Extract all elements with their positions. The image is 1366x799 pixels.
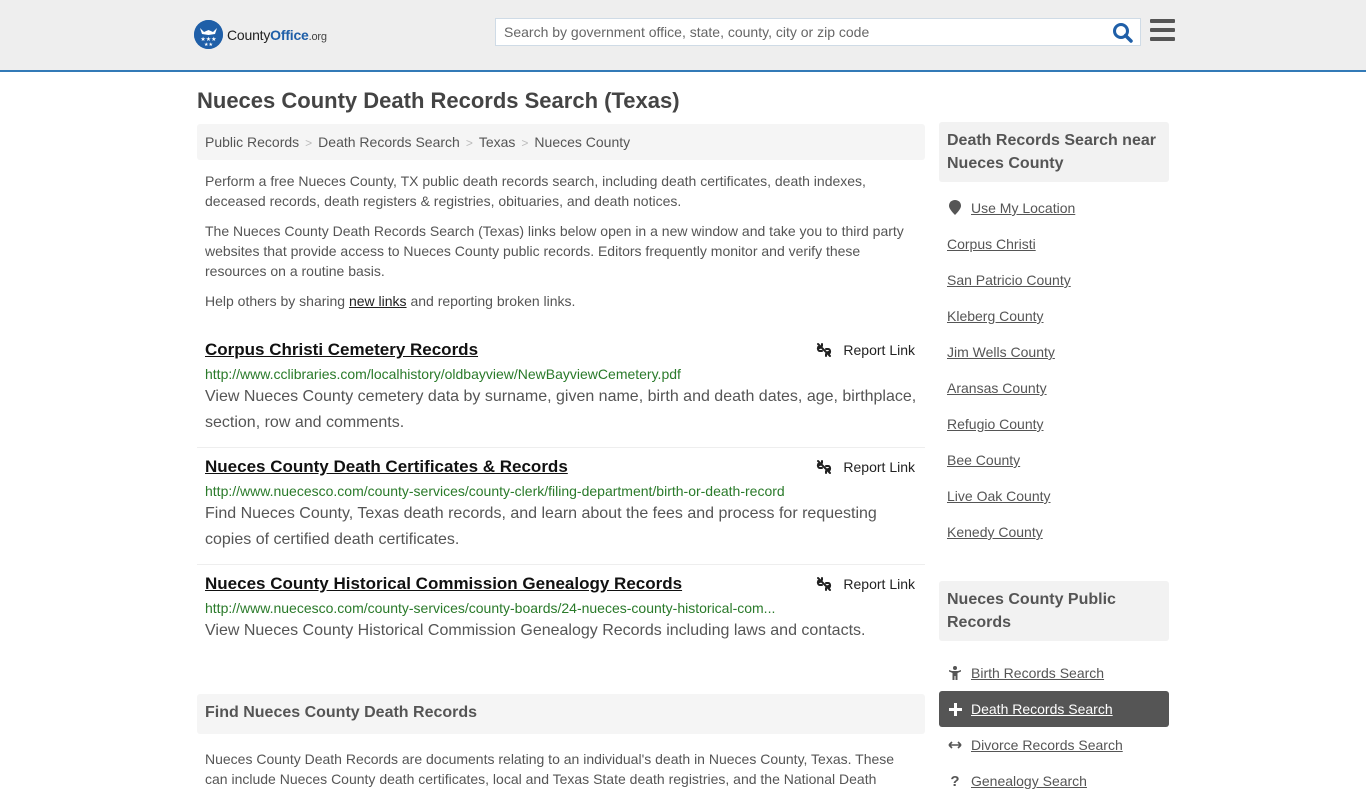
report-link-button[interactable]: Report Link [816, 576, 915, 592]
menu-bar [1150, 28, 1175, 32]
question-icon: ? [950, 772, 960, 790]
find-records-heading: Find Nueces County Death Records [197, 694, 925, 734]
hamburger-menu-button[interactable] [1150, 19, 1175, 43]
breadcrumb-public-records[interactable]: Public Records [205, 134, 299, 150]
result-title-link[interactable]: Nueces County Death Certificates & Recor… [205, 456, 568, 478]
nearby-item: Bee County [939, 450, 1169, 486]
use-my-location-link[interactable]: Use My Location [971, 200, 1075, 216]
report-link-label: Report Link [843, 576, 915, 592]
intro: Perform a free Nueces County, TX public … [197, 171, 925, 311]
result-item: Nueces County Death Certificates & Recor… [197, 448, 925, 565]
public-records-list: Birth Records Search Death Records Searc… [939, 655, 1169, 799]
breadcrumb-texas[interactable]: Texas [479, 134, 516, 150]
divorce-records-search-link[interactable]: Divorce Records Search [971, 737, 1123, 753]
nearby-link-kleberg-county[interactable]: Kleberg County [947, 308, 1044, 324]
result-description: View Nueces County Historical Commission… [205, 622, 866, 639]
result-url: http://www.cclibraries.com/localhistory/… [205, 366, 681, 382]
search-button[interactable] [1112, 22, 1134, 44]
result-title-link[interactable]: Corpus Christi Cemetery Records [205, 339, 478, 361]
sidebar: Death Records Search near Nueces County … [939, 122, 1169, 799]
public-records-item: ? Genealogy Search [939, 763, 1169, 799]
report-link-button[interactable]: Report Link [816, 459, 915, 475]
nearby-link-san-patricio-county[interactable]: San Patricio County [947, 272, 1071, 288]
share-links-paragraph: Help others by sharing new links and rep… [205, 293, 576, 309]
intro-paragraph: The Nueces County Death Records Search (… [205, 223, 904, 279]
menu-bar [1150, 37, 1175, 41]
page-title: Nueces County Death Records Search (Texa… [197, 88, 680, 113]
new-links-link[interactable]: new links [349, 293, 407, 309]
public-records-section: Nueces County Public Records Birth Recor… [939, 581, 1169, 799]
arrows-horizontal-icon [947, 740, 963, 750]
breadcrumb-separator: > [465, 136, 473, 150]
report-link-label: Report Link [843, 459, 915, 475]
broken-link-icon [817, 343, 832, 357]
report-link-button[interactable]: Report Link [816, 342, 915, 358]
map-marker-icon [947, 200, 963, 215]
nearby-list: Use My Location Corpus Christi San Patri… [939, 198, 1169, 558]
public-records-item: Birth Records Search [939, 655, 1169, 691]
nearby-item: San Patricio County [939, 270, 1169, 306]
result-url: http://www.nuecesco.com/county-services/… [205, 600, 776, 616]
result-title-link[interactable]: Nueces County Historical Commission Gene… [205, 573, 682, 595]
public-records-item-active: Death Records Search [939, 691, 1169, 727]
genealogy-search-link[interactable]: Genealogy Search [971, 773, 1087, 789]
logo-link[interactable]: ★★★ ★★ CountyOffice.org [194, 20, 327, 49]
menu-bar [1150, 19, 1175, 23]
svg-text:★★: ★★ [204, 42, 213, 48]
nearby-link-live-oak-county[interactable]: Live Oak County [947, 488, 1051, 504]
nearby-item: Kleberg County [939, 306, 1169, 342]
search-box [495, 18, 1141, 46]
breadcrumb-separator: > [305, 136, 313, 150]
birth-records-search-link[interactable]: Birth Records Search [971, 665, 1104, 681]
nearby-link-corpus-christi[interactable]: Corpus Christi [947, 236, 1036, 252]
nearby-heading: Death Records Search near Nueces County [939, 122, 1169, 182]
public-records-heading: Nueces County Public Records [939, 581, 1169, 641]
nearby-link-aransas-county[interactable]: Aransas County [947, 380, 1047, 396]
search-icon [1113, 23, 1133, 43]
nearby-link-bee-county[interactable]: Bee County [947, 452, 1020, 468]
breadcrumb-separator: > [521, 136, 529, 150]
result-item: Nueces County Historical Commission Gene… [197, 565, 925, 655]
site-header: ★★★ ★★ CountyOffice.org [0, 0, 1366, 72]
death-records-search-link[interactable]: Death Records Search [971, 701, 1113, 717]
result-description: View Nueces County cemetery data by surn… [205, 388, 917, 431]
broken-link-icon [817, 577, 832, 591]
use-my-location-item: Use My Location [939, 198, 1169, 234]
nearby-item: Corpus Christi [939, 234, 1169, 270]
main-content: Public Records > Death Records Search > Texa… [197, 124, 925, 789]
nearby-item: Refugio County [939, 414, 1169, 450]
report-link-label: Report Link [843, 342, 915, 358]
logo-text: CountyOffice.org [227, 26, 327, 43]
plus-icon [947, 702, 963, 716]
result-url: http://www.nuecesco.com/county-services/… [205, 483, 785, 499]
nearby-item: Live Oak County [939, 486, 1169, 522]
child-icon [947, 666, 963, 680]
result-item: Corpus Christi Cemetery Records Report L… [197, 331, 925, 448]
nearby-link-refugio-county[interactable]: Refugio County [947, 416, 1044, 432]
find-records-text: Nueces County Death Records are document… [205, 751, 895, 787]
breadcrumb-nueces-county[interactable]: Nueces County [534, 134, 630, 150]
breadcrumb-death-records-search[interactable]: Death Records Search [318, 134, 460, 150]
nearby-item: Kenedy County [939, 522, 1169, 558]
public-records-item: Divorce Records Search [939, 727, 1169, 763]
broken-link-icon [817, 460, 832, 474]
nearby-link-kenedy-county[interactable]: Kenedy County [947, 524, 1043, 540]
results-list: Corpus Christi Cemetery Records Report L… [197, 331, 925, 655]
nearby-item: Jim Wells County [939, 342, 1169, 378]
eagle-logo-icon: ★★★ ★★ [194, 20, 223, 49]
breadcrumb: Public Records > Death Records Search > Texa… [197, 124, 925, 160]
nearby-link-jim-wells-county[interactable]: Jim Wells County [947, 344, 1055, 360]
intro-paragraph: Perform a free Nueces County, TX public … [205, 173, 866, 209]
nearby-item: Aransas County [939, 378, 1169, 414]
result-description: Find Nueces County, Texas death records,… [205, 505, 877, 548]
search-input[interactable] [496, 19, 1106, 45]
